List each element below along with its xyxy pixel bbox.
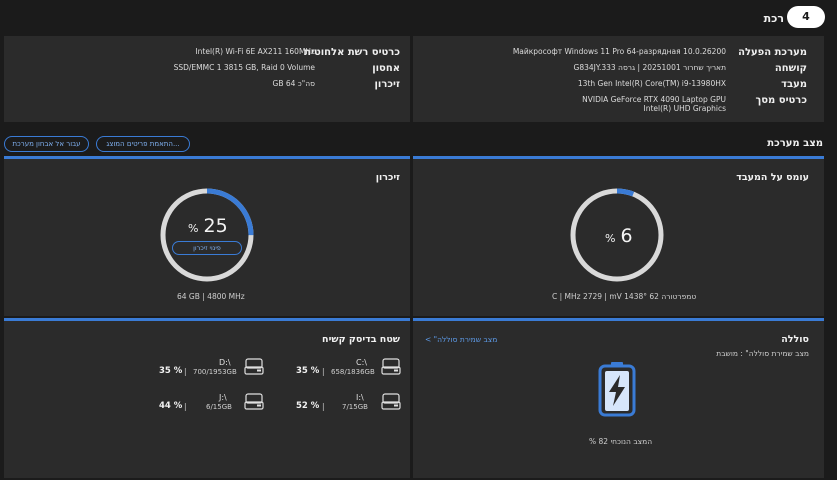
customize-items-button[interactable]: התאמת פריטים המוצג...	[96, 136, 190, 152]
wifi-label: כרטיס רשת אלחוטית	[304, 47, 400, 58]
cpu-percent-value: 6	[620, 225, 633, 247]
battery-saver-link[interactable]: מצב שמירת סוללה" >	[425, 335, 497, 344]
memory-panel-title: זיכרון	[375, 172, 400, 183]
cpu-percent-sign: %	[605, 232, 616, 245]
cpu-percent: % 6	[605, 225, 645, 247]
drive-j-percent: 44 %	[159, 401, 183, 411]
drive-j-size: 6/15GB	[206, 403, 232, 411]
gpu-value-2: Intel(R) UHD Graphics	[643, 104, 726, 113]
memory-percent-value: 25	[203, 215, 228, 237]
drive-d-percent: 35 %	[159, 366, 183, 376]
drive-i-name: I:\	[356, 393, 364, 402]
wifi-value: Intel(R) Wi-Fi 6E AX211 160MHz	[195, 47, 315, 56]
page-title: רכת	[763, 12, 784, 25]
drive-d-name: D:\	[219, 358, 231, 367]
drive-d-separator: |	[184, 367, 187, 376]
system-status-title: מצב מערכת	[767, 138, 823, 149]
battery-current-state: המצב הנוכחי 82 %	[589, 437, 653, 446]
free-memory-button[interactable]: פינוי זיכרון	[172, 241, 242, 255]
battery-charging-icon	[598, 362, 636, 417]
firmware-label: קושחה	[774, 63, 807, 74]
drive-c-size: 658/1836GB	[331, 368, 375, 376]
app-logo: 4	[787, 6, 825, 28]
cpu-value: 13th Gen Intel(R) Core(TM) i9-13980HX	[577, 79, 726, 88]
memory-percent-sign: %	[188, 222, 199, 235]
drive-d-size: 700/1953GB	[193, 368, 237, 376]
drive-d-icon	[244, 358, 264, 375]
drive-c-name: C:\	[356, 358, 367, 367]
drive-c-icon	[381, 358, 401, 375]
memory-label: זיכרון	[374, 79, 401, 90]
cpu-label: מעבד	[781, 79, 807, 90]
drive-i-icon	[381, 393, 401, 410]
drive-i-percent: 52 %	[296, 401, 320, 411]
drive-j-icon	[244, 393, 264, 410]
gpu-label: כרטיס מסך	[755, 95, 807, 106]
drive-i-separator: |	[322, 402, 325, 411]
drive-c-separator: |	[322, 367, 325, 376]
firmware-value: תאריך שחרור 20251001 | גרסה G834JY.333	[573, 63, 726, 72]
memory-details: 64 GB | 4800 MHz	[177, 292, 245, 301]
drive-j-name: J:\	[219, 393, 227, 402]
battery-saver-status: מצב שמירת סוללה" : מושבת	[716, 349, 809, 358]
storage-value: SSD/EMMC 1 3815 GB, Raid 0 Volume	[173, 63, 315, 72]
drive-j-separator: |	[184, 402, 187, 411]
drive-c-percent: 35 %	[296, 366, 320, 376]
storage-label: אחסון	[372, 63, 400, 74]
memory-percent: % 25	[188, 215, 238, 237]
gpu-value-1: NVIDIA GeForce RTX 4090 Laptop GPU	[582, 95, 726, 104]
disk-space-title: שטח בדיסק קשיח	[322, 334, 400, 345]
os-value: Майкрософт Windows 11 Pro 64-разрядная 1…	[512, 47, 726, 56]
cpu-details: טמפרטורה 62 °C | MHz 2729 | mV 1438	[552, 292, 697, 301]
cpu-load-title: עומס על המעבד	[736, 172, 809, 183]
os-label: מערכת הפעלה	[738, 47, 807, 58]
battery-title: סוללה	[781, 334, 809, 345]
memory-value: סה"כ 64 GB	[272, 79, 315, 88]
diagnostics-button[interactable]: עבור אל אבחון מערכת	[4, 136, 89, 152]
drive-i-size: 7/15GB	[342, 403, 368, 411]
